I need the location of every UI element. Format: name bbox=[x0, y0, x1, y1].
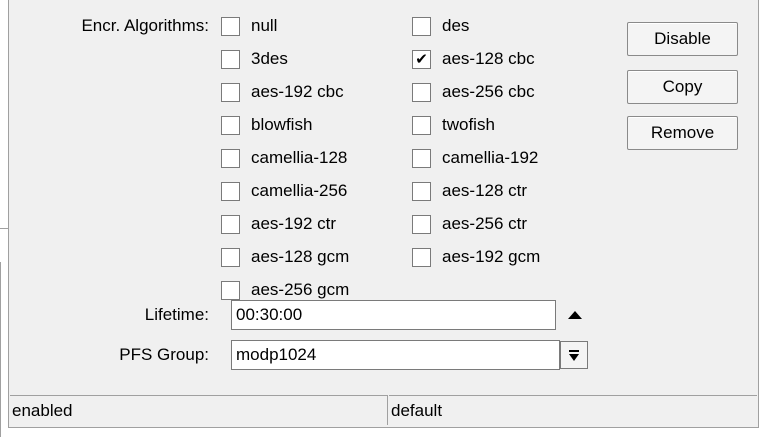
checkmark-icon: ✔ bbox=[415, 50, 428, 68]
checkbox-box[interactable] bbox=[221, 49, 240, 69]
triangle-up-icon[interactable] bbox=[561, 301, 589, 329]
pfs-group-label: PFS Group: bbox=[119, 345, 209, 364]
remove-button[interactable]: Remove bbox=[627, 116, 738, 150]
checkbox-blowfish[interactable]: blowfish bbox=[221, 115, 312, 135]
lifetime-label: Lifetime: bbox=[144, 305, 209, 324]
checkbox-aes-256-ctr[interactable]: aes-256 ctr bbox=[412, 214, 527, 234]
checkbox-box[interactable] bbox=[412, 16, 431, 36]
checkbox-box[interactable] bbox=[221, 148, 240, 168]
checkbox-box[interactable] bbox=[221, 16, 240, 36]
checkbox-box[interactable] bbox=[412, 148, 431, 168]
checkbox-aes-192-gcm[interactable]: aes-192 gcm bbox=[412, 247, 540, 267]
status-bar-left: enabled bbox=[10, 395, 388, 425]
checkbox-box[interactable] bbox=[412, 82, 431, 102]
ipsec-proposal-panel: Encr. Algorithms: null 3des aes-192 cbc … bbox=[8, 0, 759, 428]
checkbox-aes-192-cbc[interactable]: aes-192 cbc bbox=[221, 82, 344, 102]
checkbox-aes-128-cbc[interactable]: ✔ aes-128 cbc bbox=[412, 49, 535, 69]
checkbox-box[interactable] bbox=[412, 181, 431, 201]
checkbox-box[interactable] bbox=[412, 247, 431, 267]
checkbox-box[interactable] bbox=[221, 214, 240, 234]
checkbox-aes-256-cbc[interactable]: aes-256 cbc bbox=[412, 82, 535, 102]
copy-button[interactable]: Copy bbox=[627, 70, 738, 104]
checkbox-box[interactable] bbox=[412, 115, 431, 135]
checkbox-null[interactable]: null bbox=[221, 16, 277, 36]
window-edge-line bbox=[0, 262, 1, 437]
encr-algorithms-label: Encr. Algorithms: bbox=[81, 16, 209, 35]
checkbox-camellia-128[interactable]: camellia-128 bbox=[221, 148, 347, 168]
checkbox-twofish[interactable]: twofish bbox=[412, 115, 495, 135]
checkbox-box[interactable] bbox=[412, 214, 431, 234]
checkbox-aes-256-gcm[interactable]: aes-256 gcm bbox=[221, 280, 349, 300]
checkbox-camellia-192[interactable]: camellia-192 bbox=[412, 148, 538, 168]
dropdown-arrow-icon[interactable] bbox=[560, 341, 588, 369]
checkbox-aes-192-ctr[interactable]: aes-192 ctr bbox=[221, 214, 336, 234]
checkbox-aes-128-gcm[interactable]: aes-128 gcm bbox=[221, 247, 349, 267]
checkbox-box[interactable] bbox=[221, 247, 240, 267]
lifetime-input[interactable]: 00:30:00 bbox=[231, 300, 556, 330]
disable-button[interactable]: Disable bbox=[627, 22, 738, 56]
checkbox-3des[interactable]: 3des bbox=[221, 49, 288, 69]
pfs-group-select[interactable]: modp1024 bbox=[231, 340, 560, 370]
checkbox-box[interactable] bbox=[221, 82, 240, 102]
checkbox-camellia-256[interactable]: camellia-256 bbox=[221, 181, 347, 201]
checkbox-des[interactable]: des bbox=[412, 16, 469, 36]
checkbox-aes-128-ctr[interactable]: aes-128 ctr bbox=[412, 181, 527, 201]
checkbox-box[interactable] bbox=[221, 115, 240, 135]
status-bar-right: default bbox=[389, 395, 757, 425]
checkbox-box[interactable] bbox=[221, 181, 240, 201]
checkbox-box[interactable]: ✔ bbox=[412, 49, 431, 69]
checkbox-box[interactable] bbox=[221, 280, 240, 300]
